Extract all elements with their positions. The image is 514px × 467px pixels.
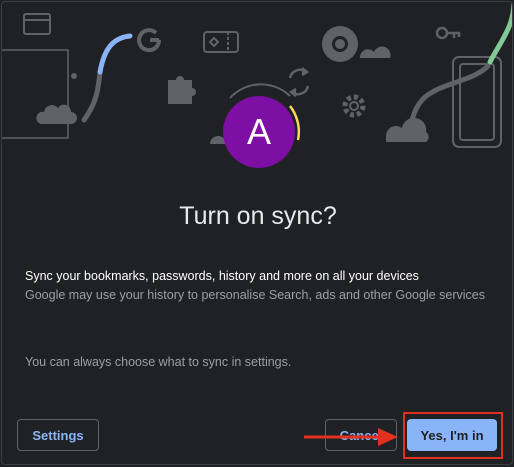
dialog-title: Turn on sync? — [179, 202, 337, 230]
card-icon — [23, 13, 51, 35]
gear-icon — [342, 94, 366, 118]
dot-icon — [71, 73, 77, 79]
google-g-icon — [137, 28, 162, 53]
phone-icon — [452, 56, 502, 148]
key-icon — [435, 26, 461, 40]
avatar: A — [223, 96, 295, 168]
settings-button[interactable]: Settings — [17, 419, 99, 451]
settings-hint: You can always choose what to sync in se… — [25, 355, 292, 369]
cloud-icon — [386, 117, 429, 142]
sync-description-sub: Google may use your history to personali… — [25, 288, 485, 302]
cancel-button[interactable]: Cancel — [325, 419, 397, 451]
ticket-icon — [203, 31, 239, 53]
cloud-icon — [359, 46, 391, 58]
puzzle-icon — [168, 76, 196, 104]
sync-dialog: A Turn on sync? Sync your bookmarks, pas… — [1, 1, 513, 465]
laptop-icon — [2, 49, 69, 139]
avatar-initial: A — [246, 111, 271, 152]
sync-description-lead: Sync your bookmarks, passwords, history … — [25, 269, 419, 283]
yes-im-in-button[interactable]: Yes, I'm in — [407, 419, 497, 451]
cloud-icon — [36, 104, 77, 124]
sync-icon — [288, 67, 310, 97]
chrome-icon — [322, 26, 358, 62]
